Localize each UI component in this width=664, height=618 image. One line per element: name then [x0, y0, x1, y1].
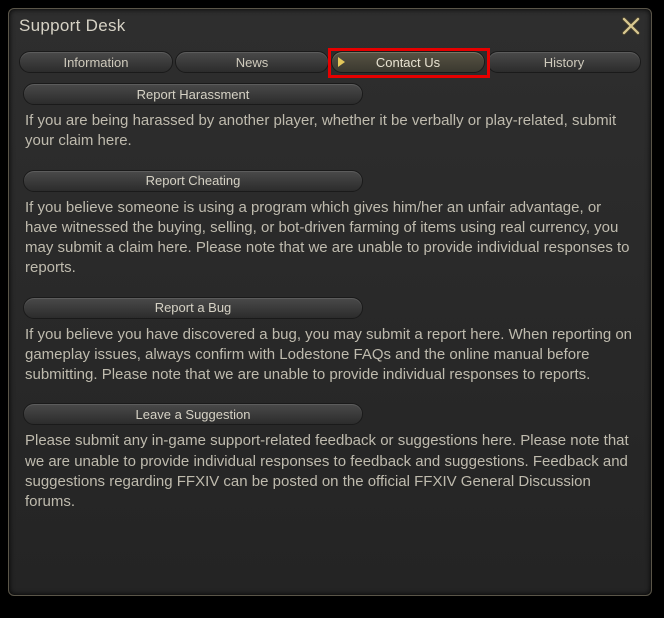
section-body: If you are being harassed by another pla…: [23, 111, 637, 152]
section-body: If you believe someone is using a progra…: [23, 198, 637, 279]
tab-bar: Information News Contact Us History: [9, 39, 651, 79]
leave-suggestion-button[interactable]: Leave a Suggestion: [23, 403, 363, 425]
section-body: If you believe you have discovered a bug…: [23, 325, 637, 386]
content-area: Report Harassment If you are being haras…: [9, 79, 651, 595]
section-title: Report a Bug: [155, 300, 232, 315]
section-report-bug: Report a Bug If you believe you have dis…: [23, 297, 637, 386]
section-leave-suggestion: Leave a Suggestion Please submit any in-…: [23, 403, 637, 512]
tab-label: Contact Us: [376, 55, 440, 70]
tab-news[interactable]: News: [175, 51, 329, 73]
tab-contact-us[interactable]: Contact Us: [331, 51, 485, 73]
window-title: Support Desk: [19, 16, 126, 36]
report-cheating-button[interactable]: Report Cheating: [23, 170, 363, 192]
report-harassment-button[interactable]: Report Harassment: [23, 83, 363, 105]
section-body: Please submit any in-game support-relate…: [23, 431, 637, 512]
section-title: Report Harassment: [137, 87, 250, 102]
section-title: Leave a Suggestion: [136, 407, 251, 422]
tab-label: Information: [63, 55, 128, 70]
tab-history[interactable]: History: [487, 51, 641, 73]
tab-label: News: [236, 55, 269, 70]
tab-information[interactable]: Information: [19, 51, 173, 73]
close-button[interactable]: [621, 16, 641, 36]
report-bug-button[interactable]: Report a Bug: [23, 297, 363, 319]
close-icon: [621, 16, 641, 36]
titlebar: Support Desk: [9, 9, 651, 39]
section-report-harassment: Report Harassment If you are being haras…: [23, 83, 637, 152]
section-report-cheating: Report Cheating If you believe someone i…: [23, 170, 637, 279]
tab-label: History: [544, 55, 584, 70]
section-title: Report Cheating: [146, 173, 241, 188]
support-desk-window: Support Desk Information News Contact Us…: [8, 8, 652, 596]
